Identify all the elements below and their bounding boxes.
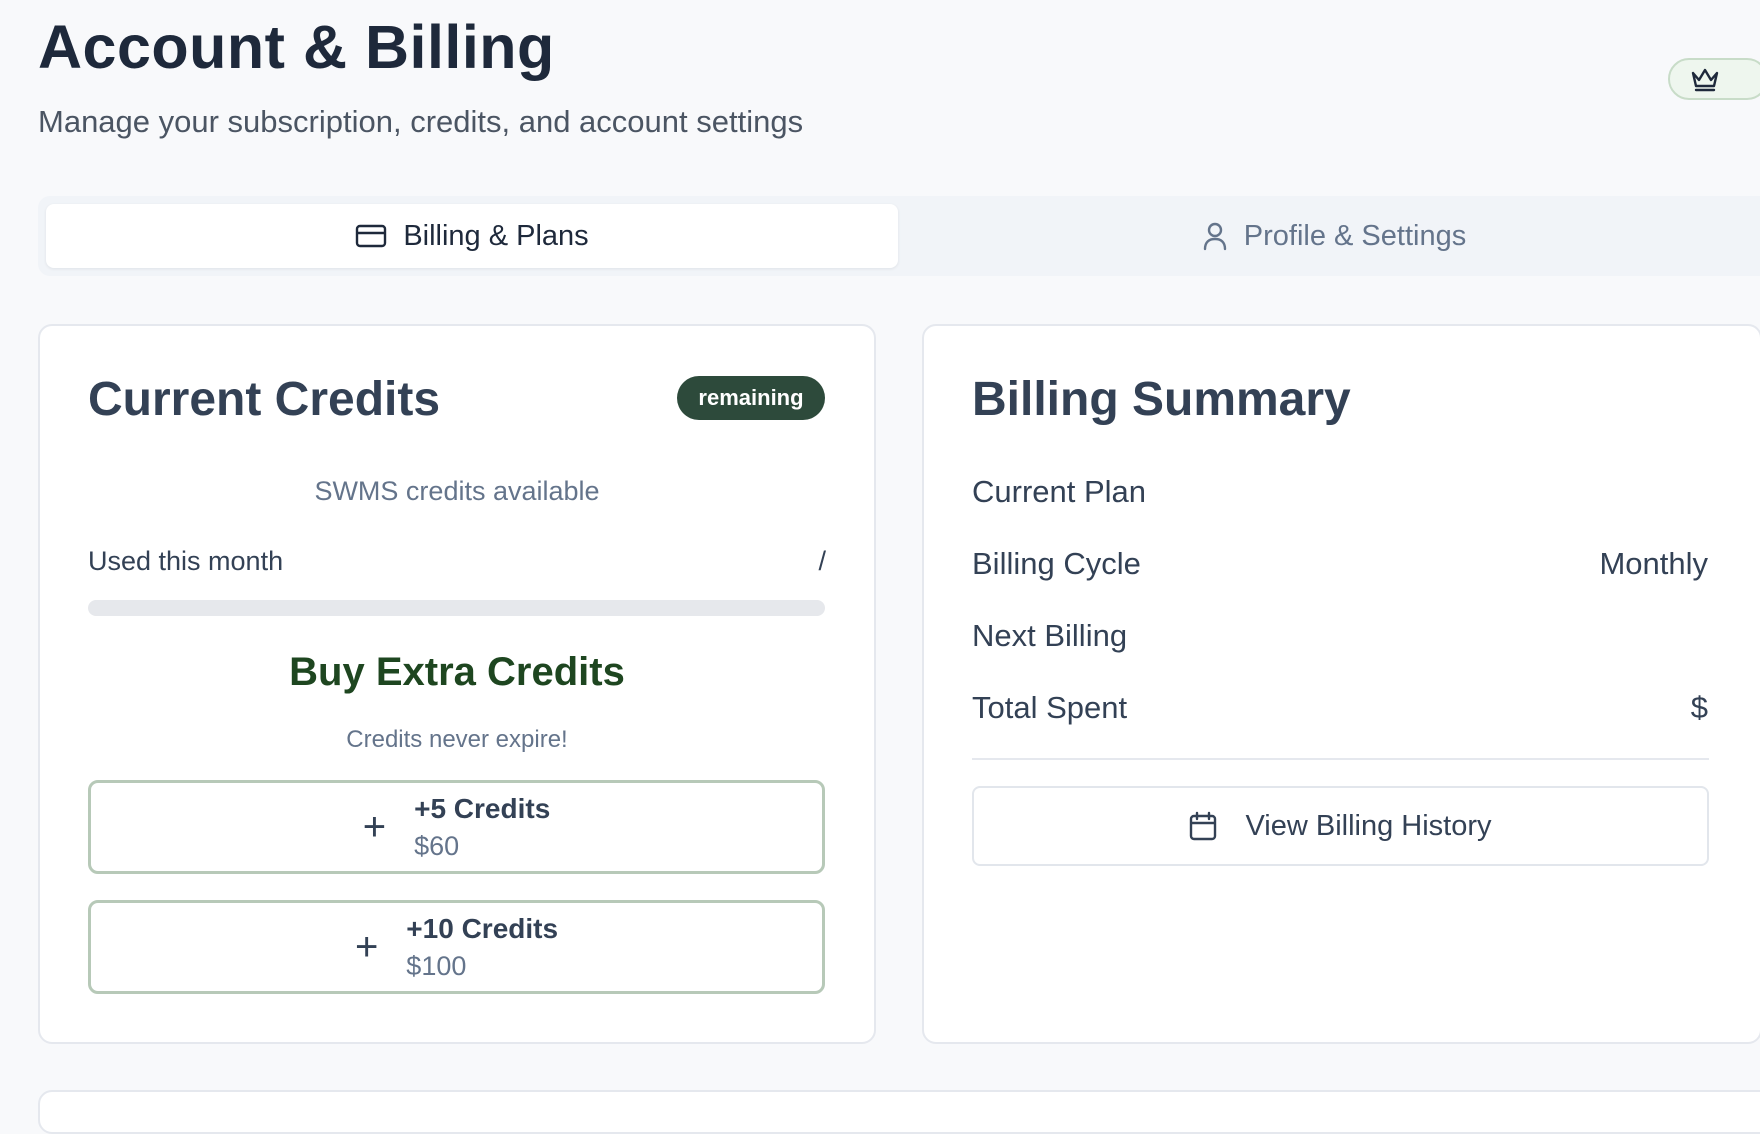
- plus-icon: +: [354, 925, 379, 969]
- tab-profile-settings[interactable]: Profile & Settings: [898, 204, 1760, 268]
- billing-summary-title: Billing Summary: [972, 373, 1351, 426]
- tab-profile-settings-label: Profile & Settings: [1243, 219, 1467, 252]
- credits-progress-bar: [88, 600, 825, 616]
- credit-card-icon: [356, 224, 387, 248]
- tab-bar: Billing & Plans Profile & Settings: [38, 196, 1760, 276]
- view-billing-history-label: View Billing History: [1245, 809, 1492, 842]
- used-this-month-value: /: [818, 546, 826, 576]
- current-credits-card: Current Credits remaining SWMS credits a…: [38, 324, 876, 1044]
- page-title: Account & Billing: [38, 13, 555, 81]
- summary-row-current-plan: Current Plan: [972, 474, 1708, 510]
- next-section-card: [38, 1090, 1760, 1134]
- credit-option-amount: +5 Credits: [414, 792, 551, 824]
- summary-value: $: [1690, 690, 1708, 725]
- crown-icon: [1691, 68, 1719, 92]
- summary-label: Next Billing: [972, 618, 1128, 653]
- tab-billing-plans-label: Billing & Plans: [403, 219, 589, 252]
- credits-available-label: SWMS credits available: [314, 476, 600, 506]
- summary-label: Billing Cycle: [972, 546, 1141, 581]
- summary-label: Total Spent: [972, 690, 1128, 725]
- user-icon: [1203, 222, 1226, 251]
- summary-divider: [972, 758, 1709, 760]
- plus-icon: +: [362, 805, 387, 849]
- current-credits-title: Current Credits: [88, 373, 441, 426]
- credit-option-price: $100: [406, 950, 467, 981]
- credits-never-expire-note: Credits never expire!: [346, 726, 568, 753]
- calendar-icon: [1190, 811, 1217, 841]
- summary-value: Monthly: [1599, 546, 1708, 581]
- page-subtitle: Manage your subscription, credits, and a…: [38, 104, 804, 139]
- summary-row-next-billing: Next Billing: [972, 618, 1708, 654]
- summary-row-billing-cycle: Billing Cycle Monthly: [972, 546, 1708, 582]
- tab-billing-plans[interactable]: Billing & Plans: [46, 204, 898, 268]
- credit-option-amount: +10 Credits: [406, 912, 559, 944]
- summary-label: Current Plan: [972, 474, 1147, 509]
- used-this-month-label: Used this month: [88, 546, 284, 576]
- billing-summary-card: Billing Summary Current Plan Billing Cyc…: [922, 324, 1760, 1044]
- buy-5-credits-button[interactable]: + +5 Credits $60: [88, 780, 825, 874]
- buy-10-credits-button[interactable]: + +10 Credits $100: [88, 900, 825, 994]
- view-billing-history-button[interactable]: View Billing History: [972, 786, 1709, 866]
- summary-row-total-spent: Total Spent $: [972, 690, 1708, 726]
- buy-extra-credits-title: Buy Extra Credits: [289, 650, 625, 694]
- remaining-badge: remaining: [677, 376, 825, 420]
- plan-badge[interactable]: [1668, 58, 1760, 100]
- credit-option-price: $60: [414, 830, 460, 861]
